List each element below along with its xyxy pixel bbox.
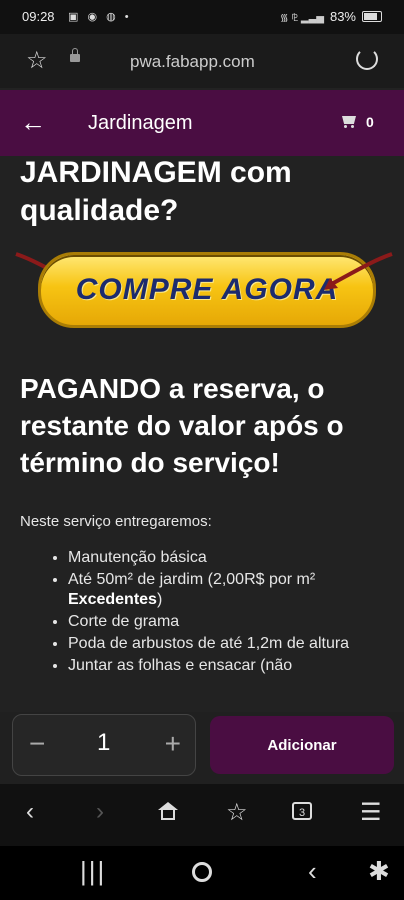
- url-field[interactable]: pwa.fabapp.com: [130, 52, 255, 72]
- cart-count[interactable]: 0: [366, 114, 374, 130]
- action-bar: − 1 + Adicionar: [0, 712, 404, 784]
- buy-now-banner[interactable]: COMPRE AGORA: [0, 240, 404, 340]
- increase-button[interactable]: +: [165, 727, 181, 761]
- list-item: Manutenção básica: [68, 548, 398, 568]
- status-time: 09:28: [22, 9, 55, 24]
- back-arrow-icon[interactable]: ←: [20, 107, 46, 138]
- browser-address-bar: ☆ pwa.fabapp.com: [0, 34, 404, 88]
- add-to-cart-button[interactable]: Adicionar: [210, 716, 394, 774]
- feature-list: Manutenção básica Até 50m² de jardim (2,…: [48, 548, 398, 678]
- list-item: Juntar as folhas e ensacar (não: [68, 656, 398, 676]
- page-title: Jardinagem: [88, 112, 193, 134]
- service-intro: Neste serviço entregaremos:: [20, 513, 212, 530]
- list-item: Poda de arbustos de até 1,2m de altura: [68, 634, 398, 654]
- home-icon[interactable]: [158, 802, 178, 820]
- tabs-icon[interactable]: 3: [292, 802, 312, 820]
- decrease-button[interactable]: −: [29, 727, 45, 761]
- home-button-icon[interactable]: [192, 862, 212, 882]
- bookmark-star-icon[interactable]: ☆: [26, 49, 48, 73]
- recents-icon[interactable]: |||: [80, 856, 106, 887]
- battery-icon: [362, 11, 382, 22]
- notification-icons: ▣ ◉ ◍ •: [68, 11, 132, 23]
- heading-quality: JARDINAGEM com qualidade?: [20, 156, 292, 227]
- reload-icon[interactable]: [356, 48, 378, 70]
- red-arrow-right-icon: [324, 252, 393, 290]
- system-nav-bar: ||| ‹ ✱: [0, 846, 404, 900]
- list-item: Corte de grama: [68, 612, 398, 632]
- buy-now-label: COMPRE AGORA: [75, 273, 339, 306]
- quantity-value: 1: [97, 729, 111, 756]
- bookmarks-icon[interactable]: ☆: [226, 798, 248, 827]
- browser-forward-icon[interactable]: ›: [96, 798, 104, 826]
- lock-icon[interactable]: [70, 48, 80, 62]
- quantity-stepper[interactable]: − 1 +: [12, 714, 196, 776]
- system-back-icon[interactable]: ‹: [308, 856, 317, 887]
- bold-text: Excedentes: [68, 591, 157, 608]
- browser-bottom-nav: ‹ › ☆ 3 ☰: [0, 784, 404, 846]
- cart-icon[interactable]: [340, 114, 358, 128]
- browser-back-icon[interactable]: ‹: [26, 798, 34, 826]
- app-header: ← Jardinagem 0: [0, 90, 404, 156]
- accessibility-icon[interactable]: ✱: [368, 856, 390, 887]
- signal-icons: ᯾ ⅊ ▂▃▅: [279, 12, 324, 24]
- status-bar: 09:28 ▣ ◉ ◍ • ᯾ ⅊ ▂▃▅ 83%: [0, 0, 404, 34]
- menu-icon[interactable]: ☰: [360, 798, 382, 827]
- status-right: ᯾ ⅊ ▂▃▅ 83%: [280, 9, 382, 24]
- list-item: Até 50m² de jardim (2,00R$ por m² Excede…: [68, 570, 398, 610]
- heading-payment: PAGANDO a reserva, o restante do valor a…: [20, 373, 344, 478]
- battery-text: 83%: [329, 9, 356, 24]
- product-description[interactable]: JARDINAGEM com qualidade? COMPRE AGORA P…: [0, 156, 404, 712]
